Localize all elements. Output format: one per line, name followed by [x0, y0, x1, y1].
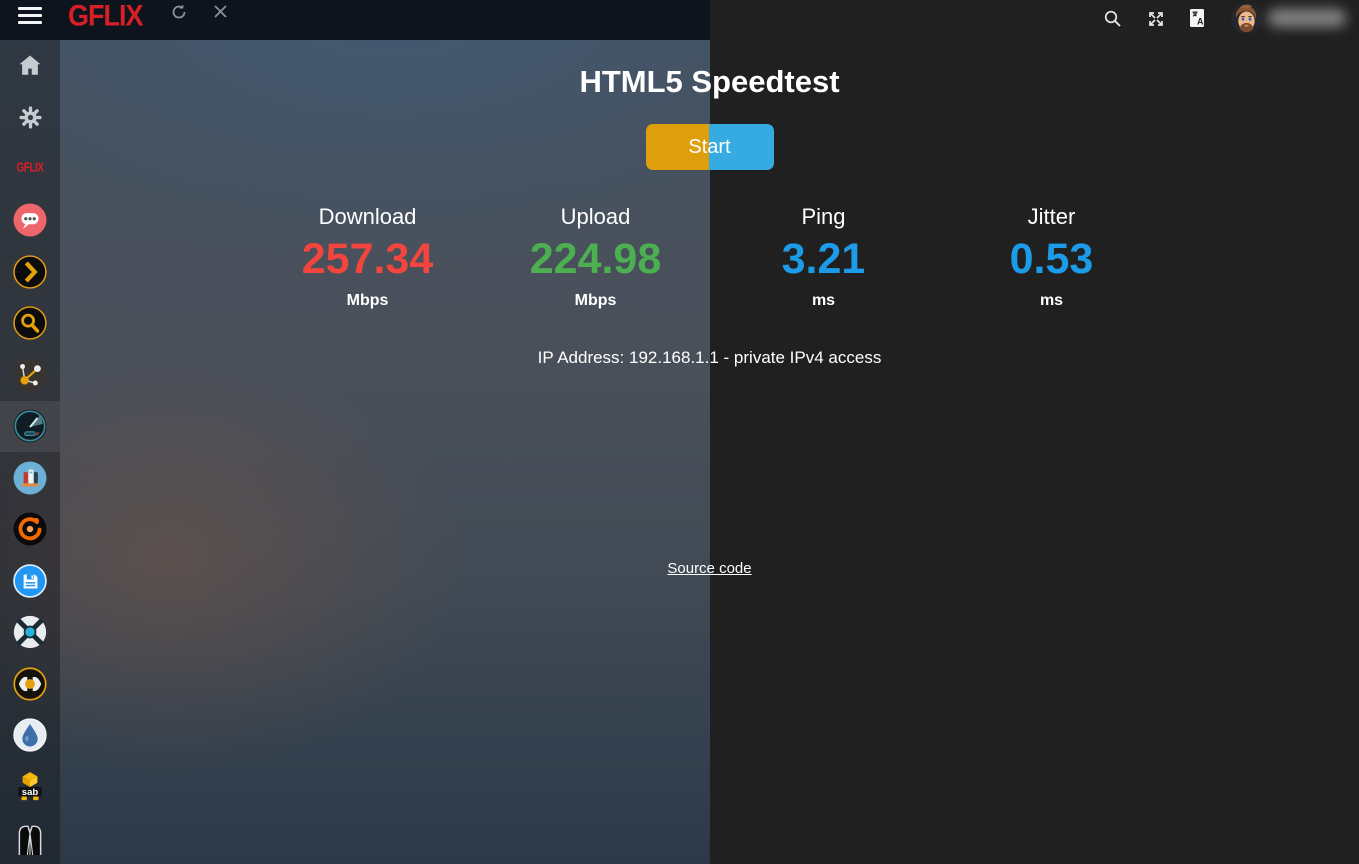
metric-label: Ping — [710, 204, 938, 230]
sidebar-item-grafana[interactable] — [0, 504, 60, 556]
avatar[interactable] — [1231, 3, 1262, 34]
metric-value: 224.98 — [482, 234, 710, 284]
translate-icon[interactable]: A — [1187, 7, 1208, 30]
plex-icon — [13, 255, 47, 289]
sidebar-item-settings[interactable] — [0, 92, 60, 144]
grafana-icon — [13, 512, 47, 546]
sidebar-item-jackett[interactable] — [0, 813, 60, 864]
sidebar-item-tautulli[interactable] — [0, 349, 60, 401]
metric-unit: ms — [938, 292, 1166, 310]
svg-text:sab: sab — [22, 787, 39, 798]
jackett-icon — [14, 821, 46, 855]
start-button[interactable]: Start — [646, 124, 774, 170]
tautulli-molecule-icon — [13, 358, 47, 392]
app-window: GFLIX A — [0, 0, 1359, 864]
sabnzbd-icon: sab — [12, 770, 48, 804]
search-icon[interactable] — [1103, 9, 1122, 28]
metric-ping: Ping 3.21 ms — [710, 204, 938, 310]
sidebar-item-plex[interactable] — [0, 246, 60, 298]
sidebar-item-deluge[interactable] — [0, 710, 60, 762]
chat-app-icon — [13, 203, 47, 237]
search-app-icon — [13, 306, 47, 340]
close-icon[interactable] — [212, 3, 229, 20]
source-code-link[interactable]: Source code — [667, 560, 751, 577]
metric-unit: Mbps — [482, 292, 710, 310]
sidebar-item-backup[interactable] — [0, 555, 60, 607]
sidebar-item-speedtest[interactable] — [0, 401, 60, 453]
sidebar-item-search-app[interactable] — [0, 298, 60, 350]
metric-label: Download — [254, 204, 482, 230]
sidebar-item-sonarr[interactable] — [0, 607, 60, 659]
svg-text:A: A — [1197, 17, 1204, 27]
books-library-icon — [13, 461, 47, 495]
deluge-drop-icon — [13, 718, 47, 752]
metric-download: Download 257.34 Mbps — [254, 204, 482, 310]
floppy-backup-icon — [13, 564, 47, 598]
refresh-icon[interactable] — [170, 3, 188, 21]
sidebar-item-home[interactable] — [0, 40, 60, 92]
metric-jitter: Jitter 0.53 ms — [938, 204, 1166, 310]
metrics-row: Download 257.34 Mbps Upload 224.98 Mbps … — [60, 204, 1359, 310]
speedtest-panel: HTML5 Speedtest Start Download 257.34 Mb… — [60, 40, 1359, 864]
settings-gear-icon — [17, 104, 44, 131]
fullscreen-icon[interactable] — [1146, 9, 1166, 29]
radarr-icon — [13, 667, 47, 701]
metric-label: Upload — [482, 204, 710, 230]
ip-address-line: IP Address: 192.168.1.1 - private IPv4 a… — [60, 348, 1359, 368]
metric-upload: Upload 224.98 Mbps — [482, 204, 710, 310]
page-title: HTML5 Speedtest — [60, 40, 1359, 100]
sidebar: GFLIX — [0, 40, 60, 864]
speedtest-gauge-icon — [13, 409, 47, 443]
username-blurred[interactable] — [1268, 9, 1346, 27]
sonarr-icon — [13, 615, 47, 649]
metric-label: Jitter — [938, 204, 1166, 230]
metric-value: 257.34 — [254, 234, 482, 284]
sidebar-item-books[interactable] — [0, 452, 60, 504]
topbar: GFLIX — [0, 0, 710, 40]
metric-unit: Mbps — [254, 292, 482, 310]
metric-value: 0.53 — [938, 234, 1166, 284]
sidebar-item-gflix[interactable]: GFLIX — [0, 143, 60, 195]
home-icon — [16, 52, 44, 80]
metric-value: 3.21 — [710, 234, 938, 284]
sidebar-item-radarr[interactable] — [0, 658, 60, 710]
gflix-logo[interactable]: GFLIX — [68, 0, 143, 33]
sidebar-item-chat[interactable] — [0, 195, 60, 247]
sidebar-item-sabnzbd[interactable]: sab — [0, 761, 60, 813]
menu-icon[interactable] — [18, 7, 42, 25]
gflix-mini-logo: GFLIX — [17, 162, 44, 176]
metric-unit: ms — [710, 292, 938, 310]
